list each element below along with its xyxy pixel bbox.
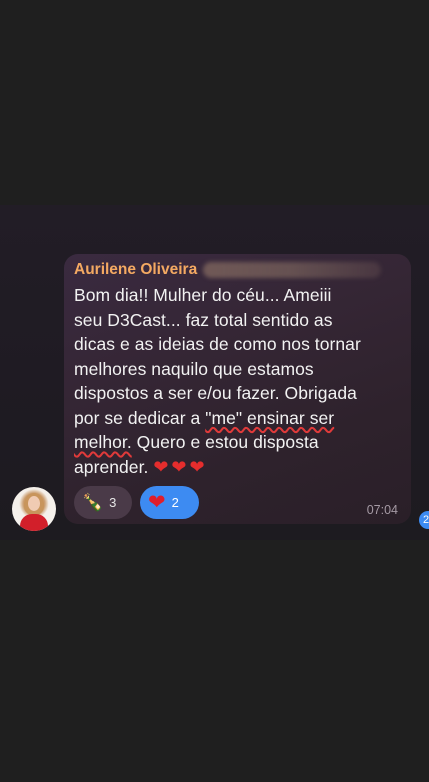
heart-emojis: ❤❤❤ <box>153 456 208 477</box>
message-line-8: aprender. <box>74 456 154 477</box>
blurred-sender-handle <box>203 262 382 278</box>
avatar-face <box>28 496 40 511</box>
message-time: 07:04 <box>366 503 398 517</box>
message-line-5: dispostos a ser e/ou fazer. Obrigada <box>74 383 357 403</box>
sender-avatar[interactable] <box>12 487 56 531</box>
message-line-4: melhores naquilo que estamos <box>74 358 314 379</box>
message-line-3: dicas e as ideias de como nos tornar <box>74 334 361 354</box>
reaction-count: 2 <box>171 495 179 510</box>
message-line-2: seu D3Cast... faz total sentido as <box>74 309 333 330</box>
message-text: Bom dia!! Mulher do céu... Ameiii seu D3… <box>74 283 401 479</box>
reaction-party-popper[interactable]: 🍾 3 <box>74 486 132 519</box>
message-line-7b: Quero e estou disposta <box>131 432 319 452</box>
message-bubble[interactable]: Aurilene Oliveira Bom dia!! Mulher do cé… <box>64 254 411 524</box>
message-line-6b-underlined: "me" ensinar ser <box>205 407 335 428</box>
party-popper-icon: 🍾 <box>82 493 104 512</box>
chat-screen: Aurilene Oliveira Bom dia!! Mulher do cé… <box>0 0 429 782</box>
message-line-1: Bom dia!! Mulher do céu... Ameiii <box>74 285 332 305</box>
message-line-6a: por se dedicar a <box>74 407 206 428</box>
message-line-7a-underlined: melhor. <box>74 432 132 452</box>
reactions-row: 🍾 3 ❤ 2 <box>74 486 199 519</box>
heart-icon: ❤ <box>148 491 166 514</box>
avatar-body <box>20 514 48 531</box>
reaction-count: 3 <box>109 495 117 510</box>
sender-name[interactable]: Aurilene Oliveira <box>74 261 197 279</box>
sender-row: Aurilene Oliveira <box>74 260 401 280</box>
reaction-heart[interactable]: ❤ 2 <box>140 486 199 519</box>
